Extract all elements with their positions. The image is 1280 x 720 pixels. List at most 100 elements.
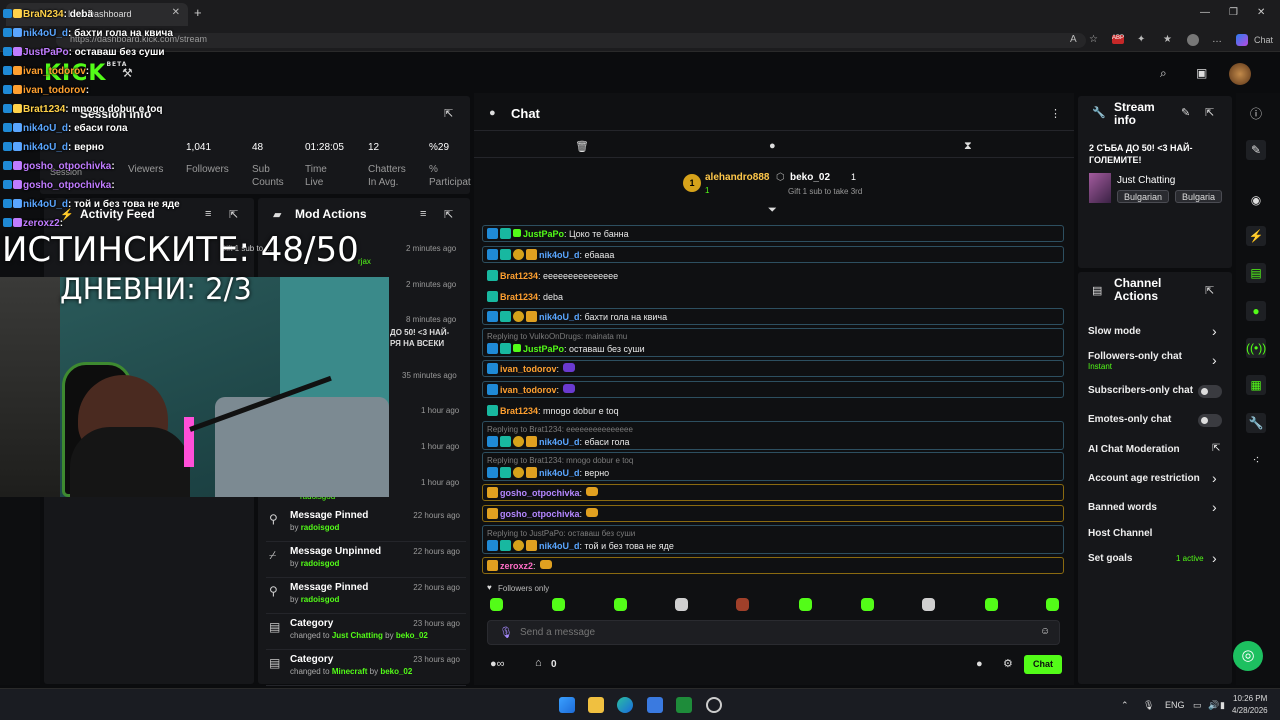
trash-icon[interactable]: 🗑 [575, 140, 589, 153]
chat-username[interactable]: nik4oU_d [539, 312, 580, 322]
mic-icon[interactable]: 🎙 [499, 626, 513, 639]
emote-icon[interactable] [861, 598, 874, 611]
emote-icon[interactable] [985, 598, 998, 611]
mod-action-target[interactable]: Just Chatting [332, 631, 383, 640]
xbox-icon[interactable] [676, 697, 692, 713]
copilot-icon[interactable] [1236, 34, 1248, 46]
search-icon[interactable]: ⌕ [1160, 66, 1167, 81]
close-tab-icon[interactable]: ✕ [172, 7, 180, 18]
mod-action-row[interactable]: ▤ Category changed to Just Chatting by bek… [266, 616, 466, 650]
chevron-right-icon[interactable]: › [1212, 470, 1217, 486]
channel-action-label[interactable]: Slow mode [1088, 326, 1222, 337]
category-thumbnail[interactable] [1089, 173, 1111, 203]
emote-icon[interactable] [736, 598, 749, 611]
channel-action-label[interactable]: Host Channel [1088, 528, 1222, 539]
chat-username[interactable]: gosho_otpochivka [500, 509, 580, 519]
mod-action-row[interactable]: ▤ Category changed to Minecraft by beko_02… [266, 652, 466, 686]
network-icon[interactable]: ▭ [1193, 700, 1202, 711]
chat-message[interactable]: Replying to Brat1234: mnogo dobur e toq n… [482, 452, 1064, 481]
store-icon[interactable]: ⌂ [535, 657, 542, 669]
chat-message[interactable]: gosho_otpochivka: [482, 505, 1064, 522]
app-icon[interactable] [706, 697, 722, 713]
mod-action-target[interactable]: Minecraft [332, 667, 368, 676]
chat-username[interactable]: nik4oU_d [539, 437, 580, 447]
profile-icon[interactable] [1187, 34, 1199, 46]
new-tab-icon[interactable]: + [194, 5, 202, 20]
favorites-bar-icon[interactable]: ★ [1163, 34, 1172, 45]
mod-action-row[interactable]: ⚲ Message Pinned by radoisgod 22 hours ago [266, 580, 466, 614]
mod-action-user[interactable]: radoisgod [301, 595, 340, 604]
bolt-icon[interactable]: ⚡ [1246, 226, 1266, 246]
channel-action-label[interactable]: AI Chat Moderation [1088, 444, 1222, 455]
stream-category[interactable]: Just Chatting [1117, 175, 1175, 186]
toggle-switch[interactable] [1198, 414, 1222, 427]
emote-icon[interactable] [490, 598, 503, 611]
chat-message[interactable]: JustPaPo: Цоко те банна [482, 225, 1064, 242]
chat-message[interactable]: Brat1234: еееееееееееееее [482, 267, 1064, 284]
chat-username[interactable]: JustPaPo [523, 344, 564, 354]
chat-message[interactable]: zeroxz2: [482, 557, 1064, 574]
chevron-right-icon[interactable]: › [1212, 499, 1217, 515]
mod-action-user[interactable]: beko_02 [396, 631, 428, 640]
broadcast-icon[interactable]: ((•)) [1246, 338, 1266, 358]
chat-username[interactable]: Brat1234 [500, 292, 538, 302]
chevron-right-icon[interactable]: › [1212, 323, 1217, 339]
chat-message[interactable]: ivan_todorov: [482, 381, 1064, 398]
reply-context[interactable]: Replying to Brat1234: mnogo dobur e toq [487, 455, 1063, 466]
filter-icon[interactable]: ≡ [420, 208, 426, 220]
chat-message[interactable]: Replying to Brat1234: еееееееееееееее nik… [482, 421, 1064, 450]
popout-icon[interactable]: ⇱ [1205, 106, 1214, 119]
popout-icon[interactable]: ⇱ [1205, 284, 1214, 297]
camera-icon[interactable]: ◉ [1246, 190, 1266, 210]
chat-message[interactable]: Brat1234: deba [482, 288, 1064, 305]
chat-input[interactable] [520, 625, 1020, 640]
chat-message[interactable]: Replying to VulkoOnDrugs: mainata mu Just… [482, 328, 1064, 357]
external-link-icon[interactable]: ⇱ [1212, 443, 1220, 454]
reply-context[interactable]: Replying to VulkoOnDrugs: mainata mu [487, 331, 1063, 342]
toggle-switch[interactable] [1198, 385, 1222, 398]
popout-icon[interactable]: ⇱ [229, 208, 238, 221]
document-icon[interactable]: ▤ [1246, 263, 1266, 283]
chat-username[interactable]: nik4oU_d [539, 250, 580, 260]
emote-icon[interactable] [552, 598, 565, 611]
layers-icon[interactable]: ▦ [1246, 375, 1266, 395]
chat-message[interactable]: nik4oU_d: бахти гола на квича [482, 308, 1064, 325]
adblock-icon[interactable]: ABP [1112, 35, 1124, 44]
hammer-icon[interactable]: ⚒ [122, 66, 133, 80]
points-icon[interactable]: ●∞ [490, 658, 505, 670]
chat-menu-icon[interactable]: ⋮ [1050, 107, 1061, 120]
channel-action-label[interactable]: Followers-only chat [1088, 351, 1222, 362]
chat-settings-icon[interactable]: ● [769, 140, 776, 152]
dots-icon[interactable]: ⁖ [1246, 450, 1266, 470]
chat-username[interactable]: gosho_otpochivka [500, 488, 580, 498]
channel-action-label[interactable]: Banned words [1088, 502, 1222, 513]
mod-action-user[interactable]: beko_02 [380, 667, 412, 676]
stream-tag[interactable]: Bulgaria [1175, 190, 1223, 203]
mic-icon[interactable]: 🎙 [1143, 700, 1154, 711]
copilot-chat-label[interactable]: Chat [1254, 35, 1273, 45]
gifter-name[interactable]: beko_02 [790, 172, 830, 183]
user-avatar[interactable] [1229, 63, 1251, 85]
language-indicator[interactable]: ENG [1165, 700, 1185, 710]
chat-username[interactable]: nik4oU_d [539, 468, 580, 478]
tray-expand-icon[interactable]: ⌃ [1121, 700, 1129, 711]
chat-username[interactable]: ivan_todorov [500, 385, 557, 395]
read-aloud-icon[interactable]: A [1070, 34, 1077, 45]
video-icon[interactable]: ▣ [1196, 66, 1207, 80]
start-icon[interactable] [559, 697, 575, 713]
address-bar[interactable]: https://dashboard.kick.com/stream [56, 33, 1086, 48]
wrench-icon[interactable]: 🔧 [1246, 413, 1266, 433]
maximize-icon[interactable]: ❐ [1229, 7, 1238, 18]
file-explorer-icon[interactable] [588, 697, 604, 713]
store-icon[interactable] [647, 697, 663, 713]
emote-icon[interactable] [922, 598, 935, 611]
send-chat-button[interactable]: Chat [1024, 655, 1062, 674]
popout-icon[interactable]: ⇱ [444, 208, 453, 221]
chat-message[interactable]: Brat1234: mnogo dobur e toq [482, 402, 1064, 419]
reply-context[interactable]: Replying to JustPaPo: оставаш без суши [487, 528, 1063, 539]
chevron-right-icon[interactable]: › [1212, 550, 1217, 566]
popout-icon[interactable]: ⇱ [444, 107, 453, 120]
chat-message[interactable]: gosho_otpochivka: [482, 484, 1064, 501]
settings-icon[interactable]: ⚙ [1003, 657, 1013, 670]
emoji-icon[interactable]: ☺ [1040, 626, 1050, 637]
